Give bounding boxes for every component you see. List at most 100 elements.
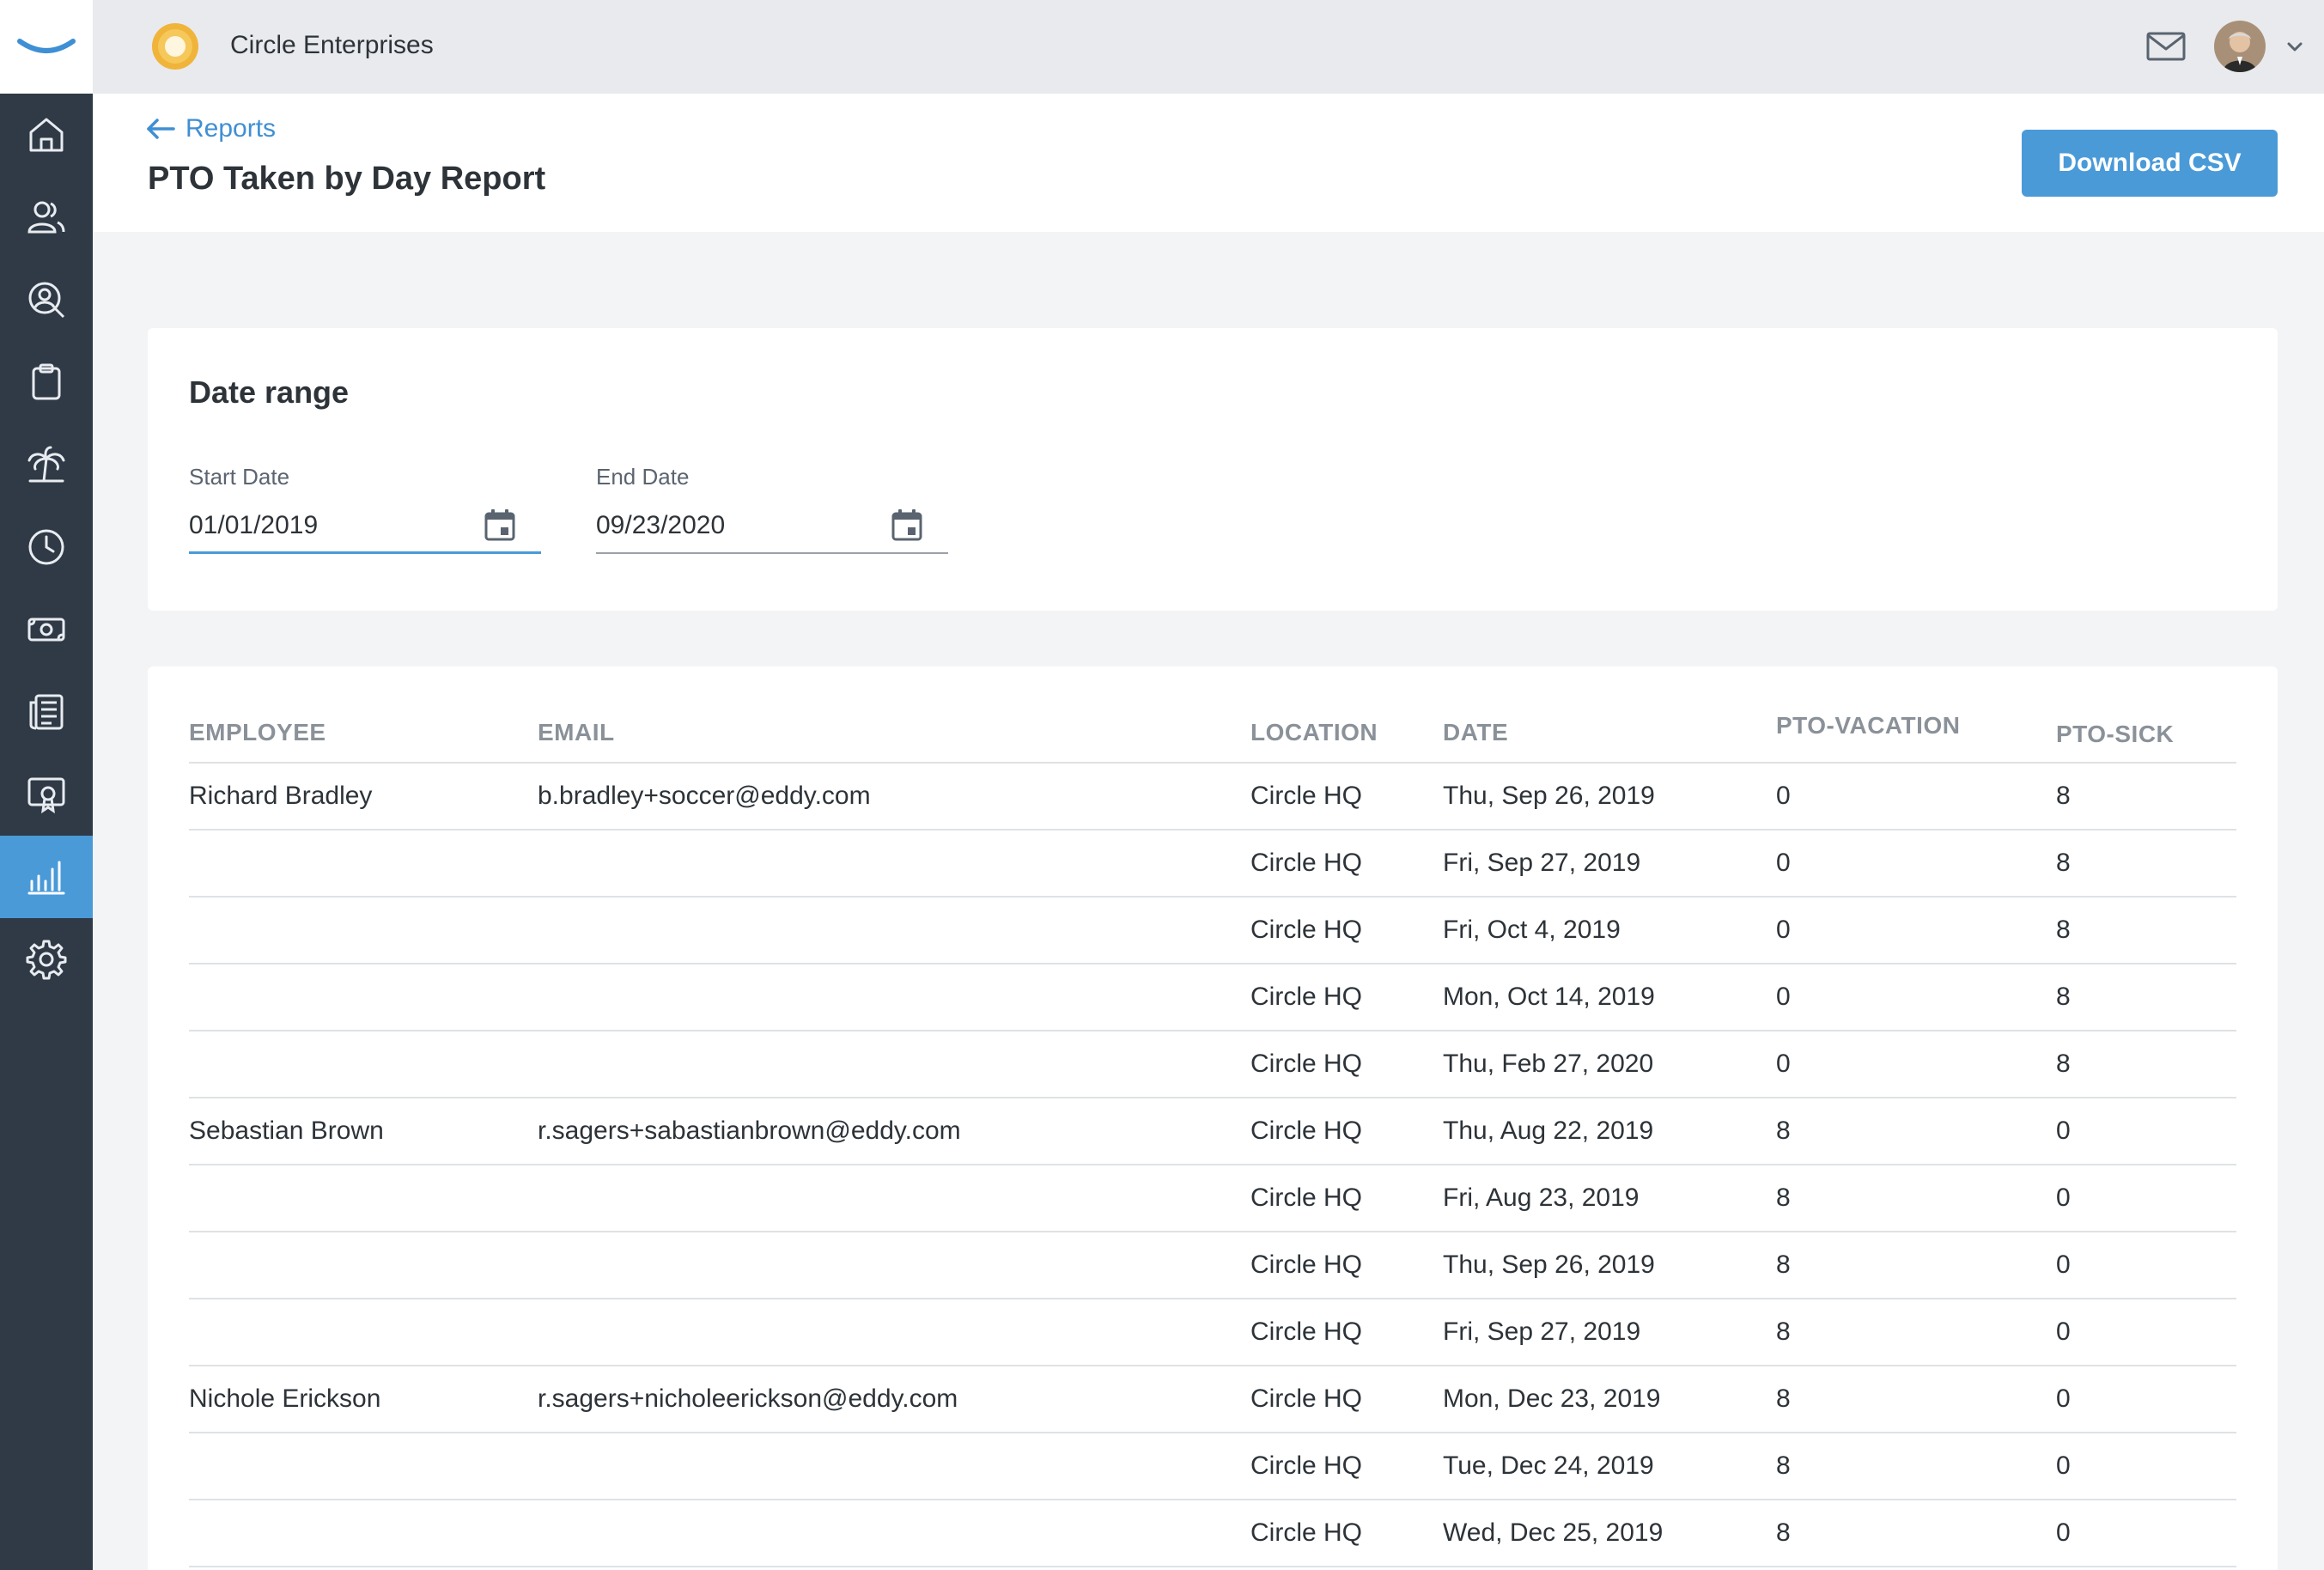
cell-date: Mon, Oct 14, 2019	[1443, 964, 1776, 1031]
cell-email	[538, 1299, 1250, 1366]
sidebar-item-settings[interactable]	[0, 918, 93, 1001]
cell-date: Fri, Aug 23, 2019	[1443, 1165, 1776, 1232]
cell-email: b.bradley+soccer@eddy.com	[538, 763, 1250, 831]
table-row: Circle HQ Tue, Dec 24, 2019 8 0	[189, 1433, 2236, 1500]
table-row: Richard Bradley b.bradley+soccer@eddy.com…	[189, 763, 2236, 831]
arrow-left-icon	[147, 119, 175, 139]
clipboard-icon	[32, 363, 61, 400]
sidebar-item-user-search[interactable]	[0, 259, 93, 341]
back-to-reports-link[interactable]: Reports	[146, 114, 276, 143]
cell-employee: Nichole Erickson	[189, 1366, 538, 1433]
gear-icon	[26, 940, 67, 980]
cell-pto-sick: 0	[2056, 1366, 2236, 1433]
cell-date: Thu, Aug 22, 2019	[1443, 1098, 1776, 1165]
cell-pto-sick: 0	[2056, 1165, 2236, 1232]
company-name[interactable]: Circle Enterprises	[230, 31, 434, 60]
cell-employee	[189, 1299, 538, 1366]
company-logo-icon	[152, 23, 198, 70]
user-avatar-icon	[2214, 21, 2266, 72]
cell-pto-vacation: 8	[1776, 1165, 2056, 1232]
sidebar-item-clipboard[interactable]	[0, 341, 93, 423]
sidebar-item-training[interactable]	[0, 753, 93, 836]
calendar-icon[interactable]	[483, 508, 517, 542]
bar-chart-icon	[27, 861, 65, 895]
cell-employee: Sebastian Brown	[189, 1098, 538, 1165]
cell-employee	[189, 964, 538, 1031]
cell-location: Circle HQ	[1250, 1500, 1443, 1567]
cell-email: r.sagers+nicholeerickson@eddy.com	[538, 1366, 1250, 1433]
table-row: Circle HQ Thu, Sep 26, 2019 8 0	[189, 1232, 2236, 1299]
cell-location: Circle HQ	[1250, 830, 1443, 898]
end-date-row	[596, 506, 948, 554]
people-icon	[27, 201, 65, 234]
avatar[interactable]	[2214, 21, 2266, 72]
cell-pto-sick: 8	[2056, 897, 2236, 965]
cell-email	[538, 1031, 1250, 1098]
cell-pto-vacation: 0	[1776, 763, 2056, 831]
column-header-email[interactable]: EMAIL	[538, 704, 1250, 764]
column-header-location[interactable]: LOCATION	[1250, 704, 1443, 764]
end-date-field: End Date	[596, 464, 948, 554]
cell-date: Mon, Dec 23, 2019	[1443, 1366, 1776, 1433]
cell-pto-vacation: 0	[1776, 964, 2056, 1031]
cell-employee	[189, 1031, 538, 1098]
mail-icon[interactable]	[2145, 29, 2187, 64]
cell-pto-sick: 8	[2056, 964, 2236, 1031]
table-body: Richard Bradley b.bradley+soccer@eddy.com…	[189, 763, 2236, 1567]
date-range-card: Date range Start Date End Date	[148, 328, 2278, 611]
app-logo[interactable]	[0, 0, 93, 94]
sidebar-item-home[interactable]	[0, 94, 93, 176]
column-header-date[interactable]: DATE	[1443, 704, 1776, 764]
sidebar-item-people[interactable]	[0, 176, 93, 259]
cell-employee	[189, 1165, 538, 1232]
cell-employee	[189, 1433, 538, 1500]
user-search-icon	[28, 282, 65, 319]
start-date-input[interactable]	[189, 506, 472, 545]
sidebar	[0, 0, 93, 1570]
cell-pto-vacation: 0	[1776, 1031, 2056, 1098]
cell-location: Circle HQ	[1250, 1031, 1443, 1098]
cell-pto-sick: 0	[2056, 1500, 2236, 1567]
smile-logo-icon	[17, 38, 76, 53]
cell-email	[538, 1500, 1250, 1567]
cell-pto-vacation: 8	[1776, 1433, 2056, 1500]
cell-date: Wed, Dec 25, 2019	[1443, 1500, 1776, 1567]
clock-icon	[28, 529, 64, 565]
sidebar-item-documents[interactable]	[0, 671, 93, 753]
column-header-employee[interactable]: EMPLOYEE	[189, 704, 538, 764]
calendar-icon[interactable]	[890, 508, 924, 542]
report-table-card: EMPLOYEE EMAIL LOCATION DATE PTO-VACATIO…	[148, 666, 2278, 1570]
cell-location: Circle HQ	[1250, 1366, 1443, 1433]
cell-employee	[189, 1232, 538, 1299]
cell-pto-sick: 8	[2056, 763, 2236, 831]
cell-pto-sick: 0	[2056, 1299, 2236, 1366]
cell-location: Circle HQ	[1250, 1098, 1443, 1165]
cell-location: Circle HQ	[1250, 1232, 1443, 1299]
cell-pto-sick: 0	[2056, 1433, 2236, 1500]
chevron-down-icon[interactable]	[2284, 36, 2305, 57]
cell-pto-vacation: 8	[1776, 1299, 2056, 1366]
download-csv-button[interactable]: Download CSV	[2022, 130, 2278, 197]
cell-location: Circle HQ	[1250, 1165, 1443, 1232]
cell-email	[538, 1165, 1250, 1232]
cell-email	[538, 964, 1250, 1031]
column-header-pto-sick[interactable]: PTO-SICK	[2056, 704, 2236, 764]
sidebar-item-time-off[interactable]	[0, 423, 93, 506]
end-date-label: End Date	[596, 464, 690, 490]
column-header-pto-vacation[interactable]: PTO-VACATION	[1776, 704, 2056, 764]
certificate-icon	[27, 777, 65, 814]
cell-email	[538, 1232, 1250, 1299]
end-date-input[interactable]	[596, 506, 879, 545]
sidebar-item-reports[interactable]	[0, 836, 93, 918]
cell-pto-vacation: 8	[1776, 1232, 2056, 1299]
cell-location: Circle HQ	[1250, 763, 1443, 831]
cell-pto-vacation: 8	[1776, 1366, 2056, 1433]
palm-tree-icon	[27, 446, 65, 483]
cell-email	[538, 1433, 1250, 1500]
page-title: PTO Taken by Day Report	[148, 161, 546, 197]
cell-location: Circle HQ	[1250, 964, 1443, 1031]
sidebar-item-time[interactable]	[0, 506, 93, 588]
topbar: Circle Enterprises	[93, 0, 2324, 94]
cell-pto-vacation: 8	[1776, 1500, 2056, 1567]
sidebar-item-payroll[interactable]	[0, 588, 93, 671]
